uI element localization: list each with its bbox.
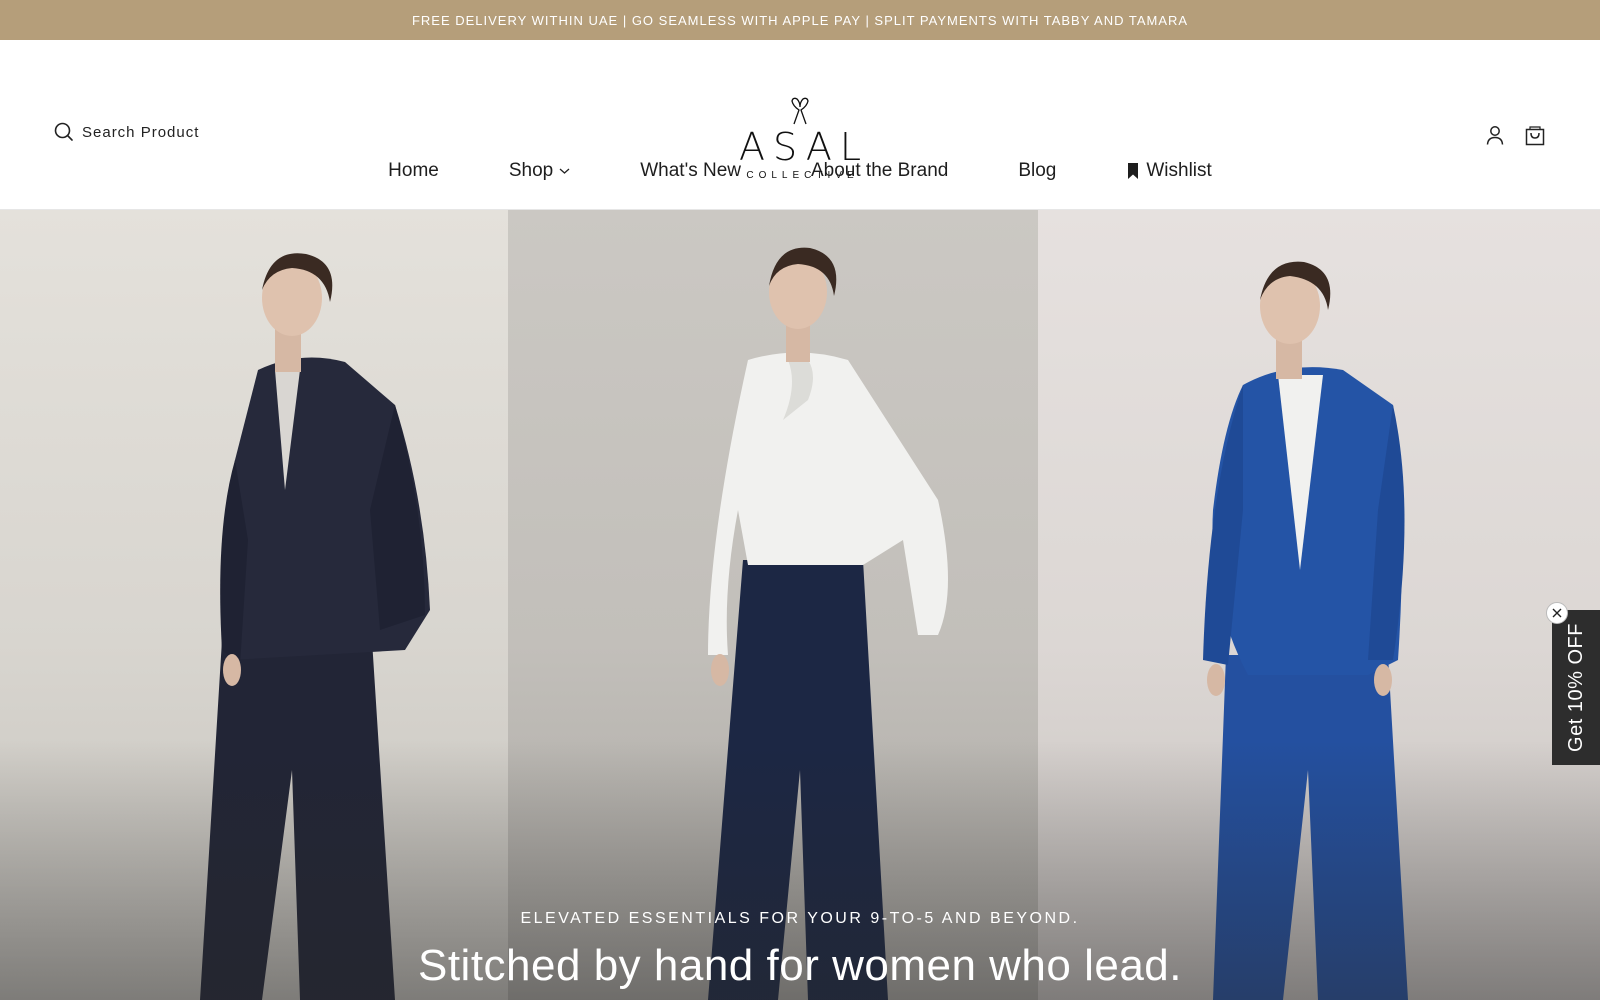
hero-title: Stitched by hand for women who lead. bbox=[417, 941, 1182, 990]
hero-banner[interactable]: ELEVATED ESSENTIALS FOR YOUR 9-TO-5 AND … bbox=[0, 210, 1600, 1000]
chevron-down-icon bbox=[559, 167, 570, 175]
search-label: Search Product bbox=[82, 123, 200, 141]
hero-eyebrow: ELEVATED ESSENTIALS FOR YOUR 9-TO-5 AND … bbox=[520, 910, 1080, 927]
nav-item-label: Shop bbox=[508, 160, 554, 181]
main-nav: Home Shop What's New About the Brand Blo… bbox=[0, 160, 1600, 182]
header-actions bbox=[1484, 124, 1546, 146]
hero-caption: ELEVATED ESSENTIALS FOR YOUR 9-TO-5 AND … bbox=[0, 910, 1600, 1000]
nav-item-whats-new[interactable]: What's New bbox=[605, 160, 776, 182]
nav-item-label: Wishlist bbox=[1146, 160, 1212, 181]
announcement-text: FREE DELIVERY WITHIN UAE | GO SEAMLESS W… bbox=[411, 12, 1189, 28]
nav-item-shop[interactable]: Shop bbox=[474, 160, 605, 182]
nav-item-label: What's New bbox=[640, 160, 741, 181]
search-icon bbox=[54, 122, 74, 142]
nav-item-home[interactable]: Home bbox=[353, 160, 474, 182]
logo-emblem-icon bbox=[785, 96, 815, 126]
cart-icon[interactable] bbox=[1524, 124, 1546, 146]
bookmark-icon bbox=[1126, 162, 1140, 180]
hero-image-blue-suit bbox=[1038, 210, 1600, 1000]
search-trigger[interactable]: Search Product bbox=[54, 122, 199, 142]
nav-item-about-the-brand[interactable]: About the Brand bbox=[776, 160, 983, 182]
announcement-bar: FREE DELIVERY WITHIN UAE | GO SEAMLESS W… bbox=[0, 0, 1600, 40]
discount-tab[interactable]: Get 10% OFF bbox=[1552, 610, 1600, 765]
nav-item-label: Home bbox=[388, 160, 439, 181]
discount-close-button[interactable] bbox=[1546, 602, 1568, 624]
site-header: Search Product ASAL COLLECTIVE Home Shop… bbox=[0, 40, 1600, 210]
account-icon[interactable] bbox=[1484, 124, 1506, 146]
nav-item-label: About the Brand bbox=[811, 160, 949, 181]
nav-item-label: Blog bbox=[1018, 160, 1057, 181]
hero-image-white-blouse bbox=[508, 210, 1038, 1000]
nav-item-wishlist[interactable]: Wishlist bbox=[1091, 160, 1246, 182]
close-icon bbox=[1552, 608, 1562, 618]
nav-item-blog[interactable]: Blog bbox=[983, 160, 1091, 182]
discount-label: Get 10% OFF bbox=[1564, 623, 1587, 752]
hero-image-navy-suit bbox=[0, 210, 508, 1000]
